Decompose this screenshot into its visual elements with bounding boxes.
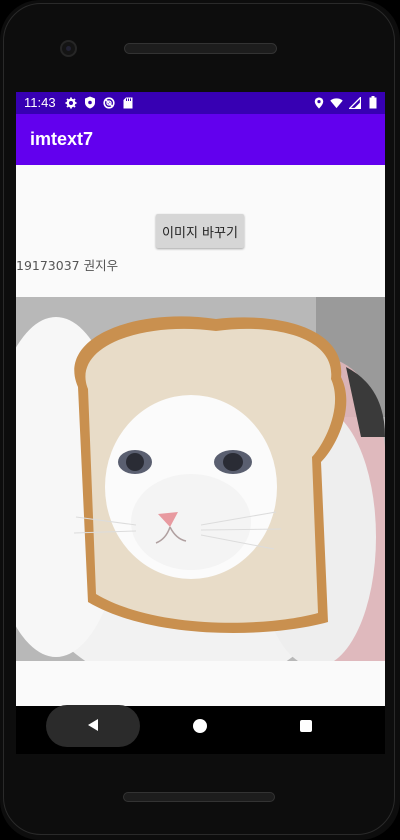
app-bar: imtext7 [16,114,385,165]
status-bar: 11:43 [16,92,385,114]
home-icon[interactable] [193,719,207,733]
location-icon [312,96,325,109]
signal-icon [348,96,361,109]
change-image-button[interactable]: 이미지 바꾸기 [156,214,244,248]
app-title: imtext7 [30,129,94,149]
navigation-bar [16,705,385,754]
cat-in-bread-photo [16,297,385,661]
sd-card-icon [121,96,134,109]
screen: 11:43 imtext7 이미지 바꾸기 19173037 권지우 [16,92,385,754]
phone-frame: 11:43 imtext7 이미지 바꾸기 19173037 권지우 [0,0,400,840]
front-camera [60,40,77,57]
status-time: 11:43 [24,95,56,110]
bottom-speaker [123,792,275,802]
battery-icon [366,96,379,109]
recents-icon[interactable] [300,720,312,732]
shield-icon [83,96,96,109]
no-sync-icon [102,96,115,109]
back-button[interactable] [46,705,140,747]
student-id-label: 19173037 권지우 [16,258,119,273]
earpiece-speaker [124,43,277,54]
main-content: 이미지 바꾸기 19173037 권지우 [16,165,385,706]
status-left-icons [64,96,134,109]
gear-icon [64,96,77,109]
back-icon [86,717,100,736]
wifi-icon [330,96,343,109]
status-right-icons [312,96,379,109]
